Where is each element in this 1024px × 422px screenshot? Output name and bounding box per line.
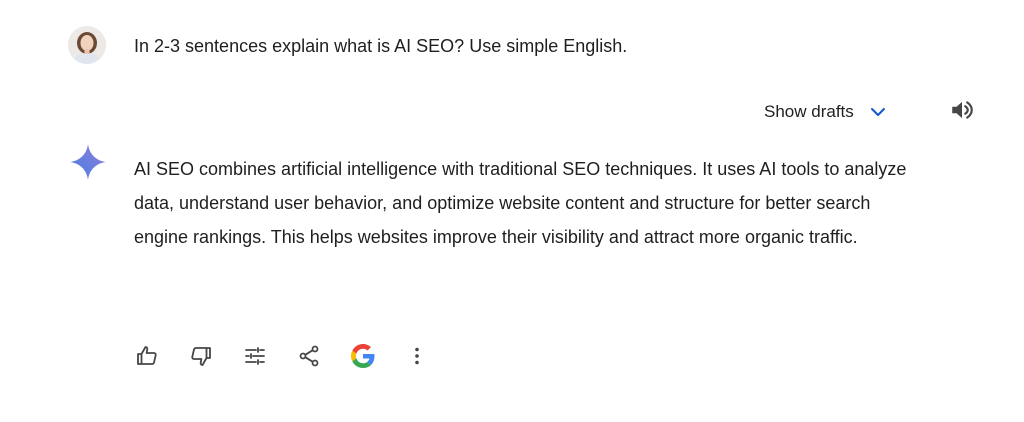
tune-icon: [243, 344, 267, 368]
more-vert-icon: [405, 344, 429, 368]
thumbs-up-button[interactable]: [130, 339, 164, 373]
share-button[interactable]: [292, 339, 326, 373]
user-avatar: [68, 26, 106, 64]
response-actions: [130, 340, 454, 372]
thumbs-down-button[interactable]: [184, 339, 218, 373]
google-g-icon: [351, 344, 375, 368]
more-options-button[interactable]: [400, 339, 434, 373]
show-drafts-label: Show drafts: [764, 102, 854, 121]
gemini-sparkle-icon: [68, 142, 108, 182]
thumbs-down-icon: [189, 344, 213, 368]
chevron-down-icon: [868, 102, 888, 122]
read-aloud-button[interactable]: [946, 96, 978, 128]
show-drafts-button[interactable]: Show drafts: [752, 96, 900, 128]
thumbs-up-icon: [135, 344, 159, 368]
share-icon: [297, 344, 321, 368]
speaker-icon: [949, 97, 975, 128]
double-check-button[interactable]: [346, 339, 380, 373]
response-text: AI SEO combines artificial intelligence …: [134, 159, 907, 247]
user-prompt-text: In 2-3 sentences explain what is AI SEO?…: [134, 36, 628, 56]
modify-response-button[interactable]: [238, 339, 272, 373]
